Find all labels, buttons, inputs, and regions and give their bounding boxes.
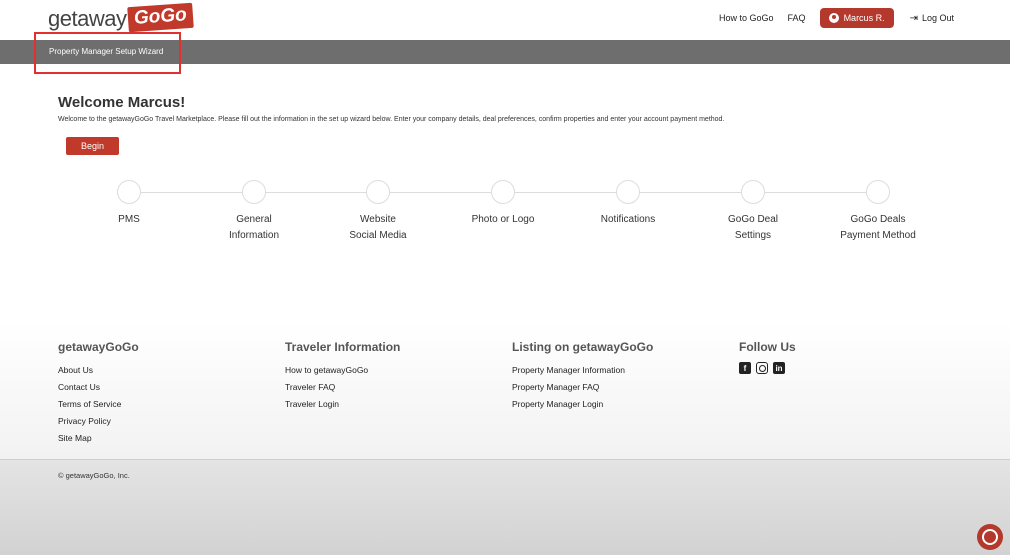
bottom-bar [0,459,1010,555]
step-label: Website Social Media [349,214,407,241]
logout-label: Log Out [921,13,954,23]
footer-heading: Traveler Information [285,340,401,354]
step-circle [366,180,390,204]
step-photo-or-logo[interactable]: Photo or Logo [443,180,563,228]
footer-col-getawaygogo: getawayGoGo About Us Contact Us Terms of… [58,340,139,447]
footer-link-site-map[interactable]: Site Map [58,430,139,447]
step-notifications[interactable]: Notifications [568,180,688,228]
facebook-icon[interactable]: f [739,362,751,374]
step-general-information[interactable]: General Information [194,180,314,244]
user-icon [828,13,839,23]
copyright: © getawayGoGo, Inc. [58,471,130,480]
logout-link[interactable]: ⇥ Log Out [910,13,954,24]
footer-link-pm-login[interactable]: Property Manager Login [512,396,653,413]
nav-faq[interactable]: FAQ [788,13,806,23]
step-gogo-deals-payment-method[interactable]: GoGo Deals Payment Method [818,180,938,244]
footer-col-follow: Follow Us f in [739,340,796,374]
logo-text: getaway [48,6,127,31]
step-circle [242,180,266,204]
highlight-box [34,32,181,74]
step-label: GoGo Deals Payment Method [840,214,916,241]
step-label: GoGo Deal Settings [727,214,779,241]
getawaygogo-logo[interactable]: getaway GoGo [48,2,195,36]
footer-link-privacy[interactable]: Privacy Policy [58,413,139,430]
begin-button[interactable]: Begin [66,137,119,155]
footer-link-traveler-faq[interactable]: Traveler FAQ [285,379,400,396]
step-label: Notifications [600,214,656,225]
step-circle [741,180,765,204]
user-menu-button[interactable]: Marcus R. [819,8,894,28]
step-circle [117,180,141,204]
logo-badge: GoGo [127,2,195,32]
footer-link-pm-faq[interactable]: Property Manager FAQ [512,379,653,396]
footer [0,323,1010,459]
footer-link-about-us[interactable]: About Us [58,362,139,379]
footer-link-terms[interactable]: Terms of Service [58,396,139,413]
step-gogo-deal-settings[interactable]: GoGo Deal Settings [693,180,813,244]
user-name: Marcus R. [843,13,885,23]
top-nav: How to GoGo FAQ Marcus R. ⇥ Log Out [719,7,954,29]
nav-how-to-gogo[interactable]: How to GoGo [719,13,774,23]
linkedin-icon[interactable]: in [773,362,785,374]
chat-icon[interactable] [977,524,1003,550]
footer-link-contact-us[interactable]: Contact Us [58,379,139,396]
footer-heading: Listing on getawayGoGo [512,340,654,354]
footer-col-traveler: Traveler Information How to getawayGoGo … [285,340,400,413]
step-circle [866,180,890,204]
footer-heading: Follow Us [739,340,796,354]
footer-heading: getawayGoGo [58,340,139,354]
footer-link-traveler-login[interactable]: Traveler Login [285,396,400,413]
footer-col-listing: Listing on getawayGoGo Property Manager … [512,340,653,413]
footer-link-pm-info[interactable]: Property Manager Information [512,362,653,379]
instagram-icon[interactable] [756,362,768,374]
page-title: Welcome Marcus! [58,94,186,111]
step-website-social-media[interactable]: Website Social Media [318,180,438,244]
step-label: Photo or Logo [471,214,535,225]
social-icons: f in [739,362,796,374]
footer-link-how-to[interactable]: How to getawayGoGo [285,362,400,379]
step-circle [491,180,515,204]
step-circle [616,180,640,204]
welcome-text: Welcome to the getawayGoGo Travel Market… [58,116,725,123]
step-label: General Information [228,214,280,241]
step-pms[interactable]: PMS [69,180,189,228]
step-label: PMS [118,214,140,225]
logout-icon: ⇥ [909,12,918,24]
